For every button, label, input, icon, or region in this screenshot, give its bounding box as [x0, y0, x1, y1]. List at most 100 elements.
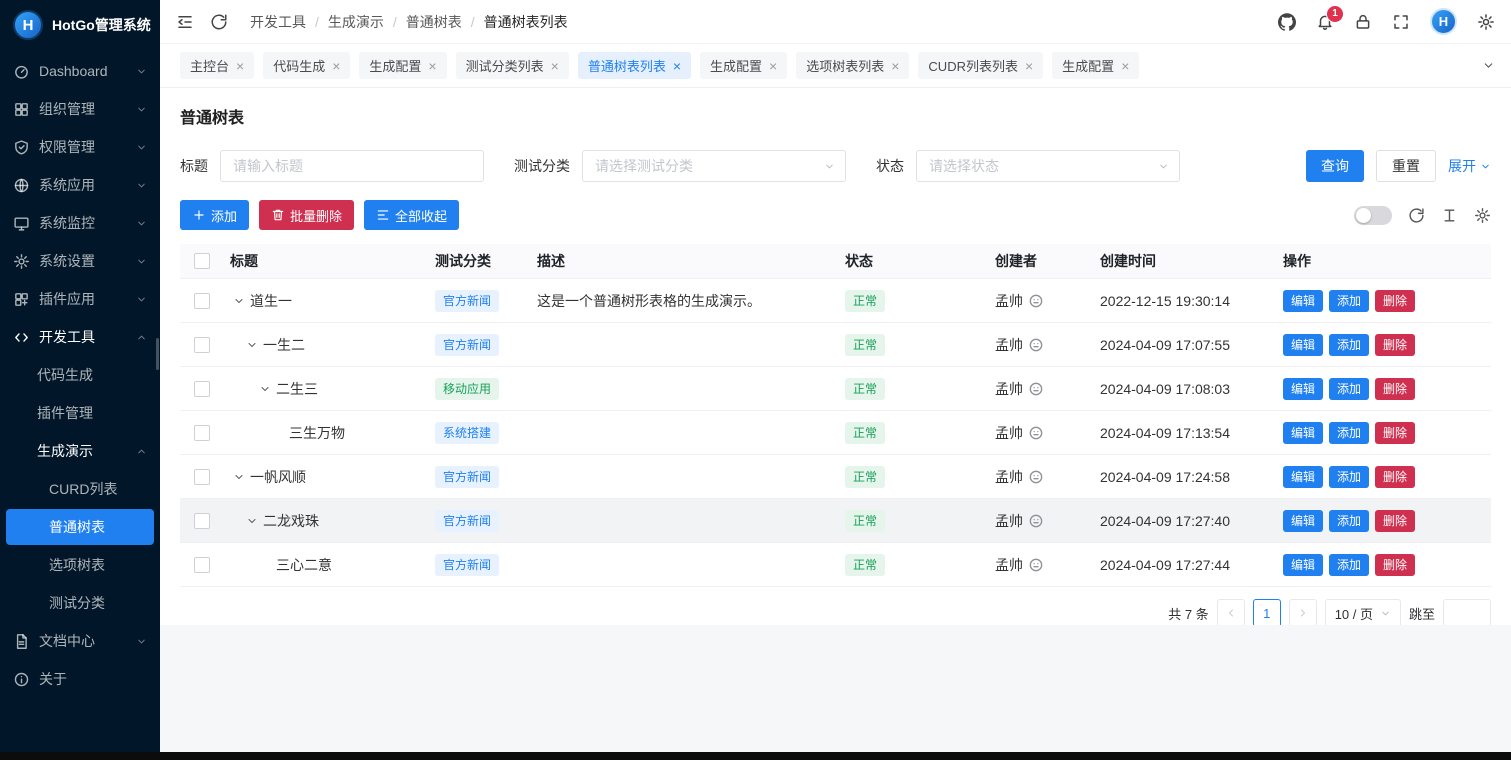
app-logo[interactable]: H HotGo管理系统 [0, 0, 160, 50]
tab-close-icon[interactable]: × [769, 59, 777, 73]
row-checkbox[interactable] [194, 293, 210, 309]
add-child-button[interactable]: 添加 [1329, 466, 1369, 488]
expand-filters-toggle[interactable]: 展开 [1448, 156, 1491, 176]
sidebar-item-system-settings[interactable]: 系统设置 [0, 242, 160, 280]
breadcrumb-item[interactable]: 生成演示 [328, 12, 384, 32]
tab-close-icon[interactable]: × [673, 59, 681, 73]
delete-button[interactable]: 删除 [1375, 466, 1415, 488]
row-checkbox[interactable] [194, 557, 210, 573]
row-checkbox[interactable] [194, 337, 210, 353]
delete-button[interactable]: 删除 [1375, 554, 1415, 576]
notification-bell-icon[interactable]: 1 [1316, 13, 1334, 31]
github-icon[interactable] [1278, 13, 1296, 31]
edit-button[interactable]: 编辑 [1283, 554, 1323, 576]
edit-button[interactable]: 编辑 [1283, 334, 1323, 356]
search-button[interactable]: 查询 [1306, 150, 1364, 182]
table-row[interactable]: 一生二 官方新闻 正常 孟帅 2024-04-09 17:07:55 编辑 添加… [180, 323, 1491, 367]
sidebar-item-plugin-apps[interactable]: 插件应用 [0, 280, 160, 318]
edit-button[interactable]: 编辑 [1283, 290, 1323, 312]
add-child-button[interactable]: 添加 [1329, 422, 1369, 444]
tab-close-icon[interactable]: × [236, 59, 244, 73]
tab-close-icon[interactable]: × [428, 59, 436, 73]
sidebar-item-codegen[interactable]: 代码生成 [0, 356, 160, 394]
refresh-icon[interactable] [210, 13, 228, 31]
collapse-node-icon[interactable] [230, 468, 247, 485]
table-row[interactable]: 二龙戏珠 官方新闻 正常 孟帅 2024-04-09 17:27:40 编辑 添… [180, 499, 1491, 543]
title-filter-input[interactable] [220, 150, 484, 182]
tab-close-icon[interactable]: × [551, 59, 559, 73]
collapse-node-icon[interactable] [243, 512, 260, 529]
sidebar-scrollbar-thumb[interactable] [156, 338, 159, 370]
tab-options-chevron-icon[interactable] [1482, 59, 1495, 72]
edit-button[interactable]: 编辑 [1283, 510, 1323, 532]
table-row[interactable]: 一帆风顺 官方新闻 正常 孟帅 2024-04-09 17:24:58 编辑 添… [180, 455, 1491, 499]
column-settings-gear-icon[interactable] [1474, 207, 1491, 224]
fullscreen-icon[interactable] [1392, 13, 1410, 31]
select-all-checkbox[interactable] [194, 253, 210, 269]
sidebar-item-dashboard[interactable]: Dashboard [0, 52, 160, 90]
collapse-node-icon[interactable] [243, 336, 260, 353]
breadcrumb-item[interactable]: 开发工具 [250, 12, 306, 32]
jump-page-input[interactable] [1443, 599, 1491, 627]
sidebar-item-about[interactable]: 关于 [0, 660, 160, 698]
row-checkbox[interactable] [194, 425, 210, 441]
edit-button[interactable]: 编辑 [1283, 466, 1323, 488]
next-page-button[interactable] [1289, 599, 1317, 627]
collapse-all-button[interactable]: 全部收起 [364, 200, 459, 230]
reset-button[interactable]: 重置 [1376, 150, 1436, 182]
row-checkbox[interactable] [194, 513, 210, 529]
sidebar-item-devtools[interactable]: 开发工具 [0, 318, 160, 356]
delete-button[interactable]: 删除 [1375, 510, 1415, 532]
add-child-button[interactable]: 添加 [1329, 334, 1369, 356]
sidebar-item-gen-demo[interactable]: 生成演示 [0, 432, 160, 470]
settings-icon[interactable] [1477, 13, 1495, 31]
row-checkbox[interactable] [194, 469, 210, 485]
prev-page-button[interactable] [1217, 599, 1245, 627]
user-avatar[interactable]: H [1430, 8, 1457, 35]
add-child-button[interactable]: 添加 [1329, 290, 1369, 312]
collapse-node-icon[interactable] [256, 380, 273, 397]
lock-screen-icon[interactable] [1354, 13, 1372, 31]
tab-close-icon[interactable]: × [891, 59, 899, 73]
batch-delete-button[interactable]: 批量删除 [259, 200, 354, 230]
delete-button[interactable]: 删除 [1375, 378, 1415, 400]
tab-close-icon[interactable]: × [1025, 59, 1033, 73]
sidebar-item-system-monitor[interactable]: 系统监控 [0, 204, 160, 242]
tab-gen-config-1[interactable]: 生成配置× [359, 52, 446, 79]
category-filter-select[interactable]: 请选择测试分类 [582, 150, 846, 182]
current-page-button[interactable]: 1 [1253, 599, 1281, 627]
table-row[interactable]: 二生三 移动应用 正常 孟帅 2024-04-09 17:08:03 编辑 添加… [180, 367, 1491, 411]
edit-button[interactable]: 编辑 [1283, 422, 1323, 444]
page-size-select[interactable]: 10 / 页 [1325, 599, 1401, 627]
delete-button[interactable]: 删除 [1375, 422, 1415, 444]
sidebar-item-docs[interactable]: 文档中心 [0, 622, 160, 660]
row-checkbox[interactable] [194, 381, 210, 397]
add-button[interactable]: 添加 [180, 200, 249, 230]
delete-button[interactable]: 删除 [1375, 334, 1415, 356]
tab-codegen[interactable]: 代码生成× [263, 52, 350, 79]
tab-common-tree-list[interactable]: 普通树表列表× [578, 52, 691, 79]
sidebar-item-option-tree[interactable]: 选项树表 [0, 546, 160, 584]
tab-console[interactable]: 主控台× [180, 52, 254, 79]
table-row[interactable]: 三心二意 官方新闻 正常 孟帅 2024-04-09 17:27:44 编辑 添… [180, 543, 1491, 587]
status-filter-select[interactable]: 请选择状态 [916, 150, 1180, 182]
sidebar-item-test-category[interactable]: 测试分类 [0, 584, 160, 622]
sidebar-item-permissions[interactable]: 权限管理 [0, 128, 160, 166]
collapse-node-icon[interactable] [230, 292, 247, 309]
tab-close-icon[interactable]: × [1121, 59, 1129, 73]
delete-button[interactable]: 删除 [1375, 290, 1415, 312]
tab-curd-list-list[interactable]: CUDR列表列表× [918, 52, 1043, 79]
tab-gen-config-2[interactable]: 生成配置× [700, 52, 787, 79]
breadcrumb-item[interactable]: 普通树表 [406, 12, 462, 32]
collapse-sidebar-icon[interactable] [176, 13, 194, 31]
tab-option-tree-list[interactable]: 选项树表列表× [796, 52, 909, 79]
table-row[interactable]: 三生万物 系统搭建 正常 孟帅 2024-04-09 17:13:54 编辑 添… [180, 411, 1491, 455]
reload-table-icon[interactable] [1408, 207, 1425, 224]
tab-gen-config-3[interactable]: 生成配置× [1052, 52, 1139, 79]
table-row[interactable]: 道生一 官方新闻 这是一个普通树形表格的生成演示。 正常 孟帅 2022-12-… [180, 279, 1491, 323]
sidebar-item-plugin-manage[interactable]: 插件管理 [0, 394, 160, 432]
add-child-button[interactable]: 添加 [1329, 510, 1369, 532]
add-child-button[interactable]: 添加 [1329, 378, 1369, 400]
tab-close-icon[interactable]: × [332, 59, 340, 73]
sidebar-item-org[interactable]: 组织管理 [0, 90, 160, 128]
